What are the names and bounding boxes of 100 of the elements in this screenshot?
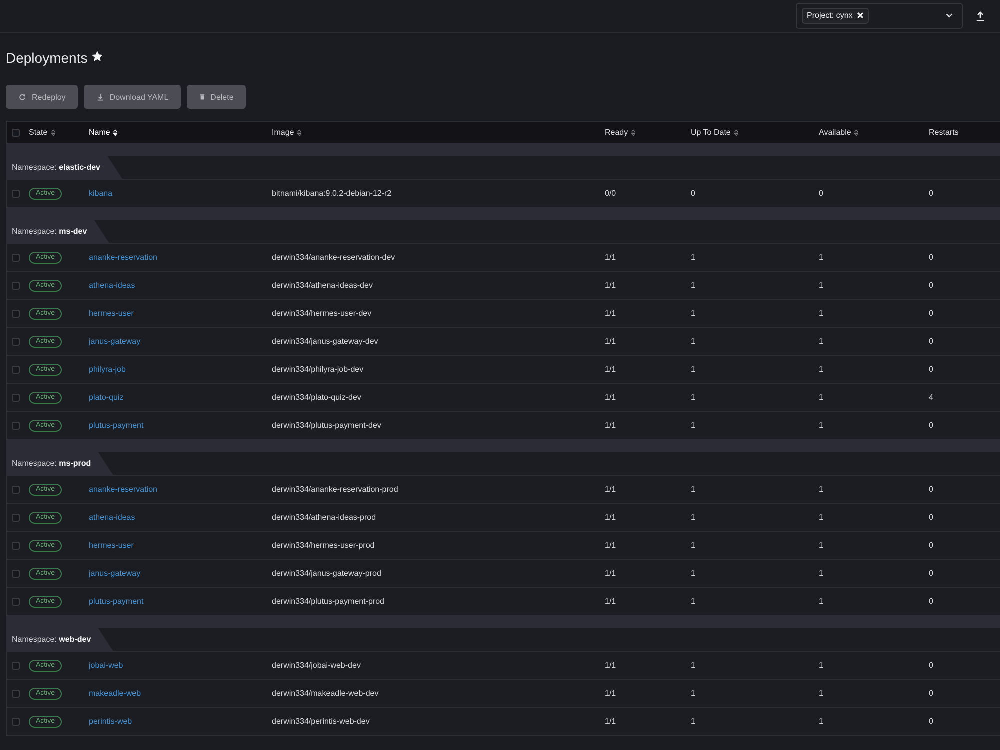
- row-checkbox[interactable]: [12, 282, 20, 290]
- table-cell: 0: [929, 513, 934, 522]
- deployment-link[interactable]: makeadle-web: [89, 689, 142, 698]
- table-cell: 1: [819, 541, 824, 550]
- row-checkbox[interactable]: [12, 570, 20, 578]
- row-checkbox[interactable]: [12, 338, 20, 346]
- table-cell: 1/1: [605, 485, 616, 494]
- deployment-link[interactable]: ananke-reservation: [89, 485, 158, 494]
- upload-icon[interactable]: [976, 10, 985, 22]
- trash-icon: [200, 94, 205, 100]
- star-icon[interactable]: [92, 51, 103, 62]
- close-icon[interactable]: [856, 12, 864, 19]
- table-cell: 1: [691, 661, 696, 670]
- table-cell: 1/1: [605, 541, 616, 550]
- table-cell: 0/0: [605, 189, 616, 198]
- table-cell: 1: [691, 717, 696, 726]
- table-cell: 0: [929, 189, 934, 198]
- table-cell: 1: [819, 337, 824, 346]
- table-cell: 1: [819, 513, 824, 522]
- row-checkbox[interactable]: [12, 514, 20, 522]
- table-cell: 1/1: [605, 253, 616, 262]
- table-cell: 1: [691, 689, 696, 698]
- table-cell: 1/1: [605, 337, 616, 346]
- table-cell: derwin334/plutus-payment-dev: [272, 421, 382, 430]
- row-checkbox[interactable]: [12, 254, 20, 262]
- namespace-label: Namespace: web-dev: [7, 628, 114, 651]
- row-checkbox[interactable]: [12, 190, 20, 198]
- row-checkbox[interactable]: [12, 310, 20, 318]
- project-select[interactable]: Project: cynx: [796, 2, 963, 28]
- deployment-link[interactable]: plutus-payment: [89, 421, 144, 430]
- table-cell: 1/1: [605, 689, 616, 698]
- select-all-checkbox[interactable]: [12, 128, 20, 136]
- table-cell: 1: [691, 309, 696, 318]
- row-checkbox[interactable]: [12, 486, 20, 494]
- table-cell: 1: [691, 365, 696, 374]
- deployment-link[interactable]: janus-gateway: [89, 337, 141, 346]
- table-cell: 1: [819, 281, 824, 290]
- table-cell: 1/1: [605, 309, 616, 318]
- table-cell: 1: [819, 485, 824, 494]
- row-checkbox[interactable]: [12, 542, 20, 550]
- column-header[interactable]: Name: [89, 128, 110, 137]
- table-cell: derwin334/philyra-job-dev: [272, 365, 364, 374]
- table-cell: derwin334/janus-gateway-dev: [272, 337, 378, 346]
- deployment-link[interactable]: kibana: [89, 189, 113, 198]
- table-cell: 4: [929, 393, 934, 402]
- table-cell: 1/1: [605, 661, 616, 670]
- table-cell: 1/1: [605, 717, 616, 726]
- table-cell: 1: [691, 485, 696, 494]
- table-cell: 1: [819, 597, 824, 606]
- chevron-down-icon[interactable]: [946, 13, 953, 18]
- table-cell: 1: [691, 393, 696, 402]
- table-cell: 0: [929, 717, 934, 726]
- column-header[interactable]: State: [29, 128, 48, 137]
- table-cell: 1: [691, 421, 696, 430]
- deployment-link[interactable]: hermes-user: [89, 541, 134, 550]
- deployment-link[interactable]: hermes-user: [89, 309, 134, 318]
- table-cell: 1/1: [605, 281, 616, 290]
- row-checkbox[interactable]: [12, 422, 20, 430]
- column-header[interactable]: Up To Date: [691, 128, 731, 137]
- table-cell: 0: [929, 421, 934, 430]
- table-cell: 1: [691, 337, 696, 346]
- table-cell: derwin334/jobai-web-dev: [272, 661, 361, 670]
- table-cell: 0: [929, 281, 934, 290]
- table-cell: derwin334/athena-ideas-dev: [272, 281, 373, 290]
- deployment-link[interactable]: ananke-reservation: [89, 253, 158, 262]
- table-cell: 0: [929, 253, 934, 262]
- table-cell: 0: [691, 189, 696, 198]
- deployment-link[interactable]: janus-gateway: [89, 569, 141, 578]
- row-checkbox[interactable]: [12, 598, 20, 606]
- row-checkbox[interactable]: [12, 662, 20, 670]
- table-cell: 1: [819, 661, 824, 670]
- row-checkbox[interactable]: [12, 366, 20, 374]
- column-header[interactable]: Image: [272, 128, 294, 137]
- deployment-link[interactable]: perintis-web: [89, 717, 132, 726]
- deployment-link[interactable]: plato-quiz: [89, 393, 124, 402]
- table-cell: 0: [929, 689, 934, 698]
- column-header[interactable]: Available: [819, 128, 852, 137]
- table-cell: 1: [691, 541, 696, 550]
- refresh-icon: [19, 94, 26, 100]
- table-cell: 1/1: [605, 597, 616, 606]
- row-checkbox[interactable]: [12, 394, 20, 402]
- table-cell: derwin334/plutus-payment-prod: [272, 597, 385, 606]
- table-cell: derwin334/ananke-reservation-dev: [272, 253, 396, 262]
- row-checkbox[interactable]: [12, 718, 20, 726]
- chip-label: Project: cynx: [807, 11, 853, 20]
- table-cell: 1: [691, 253, 696, 262]
- deployment-link[interactable]: athena-ideas: [89, 513, 136, 522]
- namespace-label: Namespace: ms-dev: [7, 220, 110, 243]
- download-icon: [96, 94, 104, 100]
- table-cell: 1: [819, 253, 824, 262]
- table-cell: 0: [929, 541, 934, 550]
- deployment-link[interactable]: athena-ideas: [89, 281, 136, 290]
- deployment-link[interactable]: jobai-web: [89, 661, 124, 670]
- table-cell: 1: [691, 513, 696, 522]
- table-cell: 1: [819, 365, 824, 374]
- row-checkbox[interactable]: [12, 690, 20, 698]
- column-header[interactable]: Ready: [605, 128, 628, 137]
- namespace-label: Namespace: elastic-dev: [7, 156, 122, 179]
- deployment-link[interactable]: philyra-job: [89, 365, 126, 374]
- deployment-link[interactable]: plutus-payment: [89, 597, 144, 606]
